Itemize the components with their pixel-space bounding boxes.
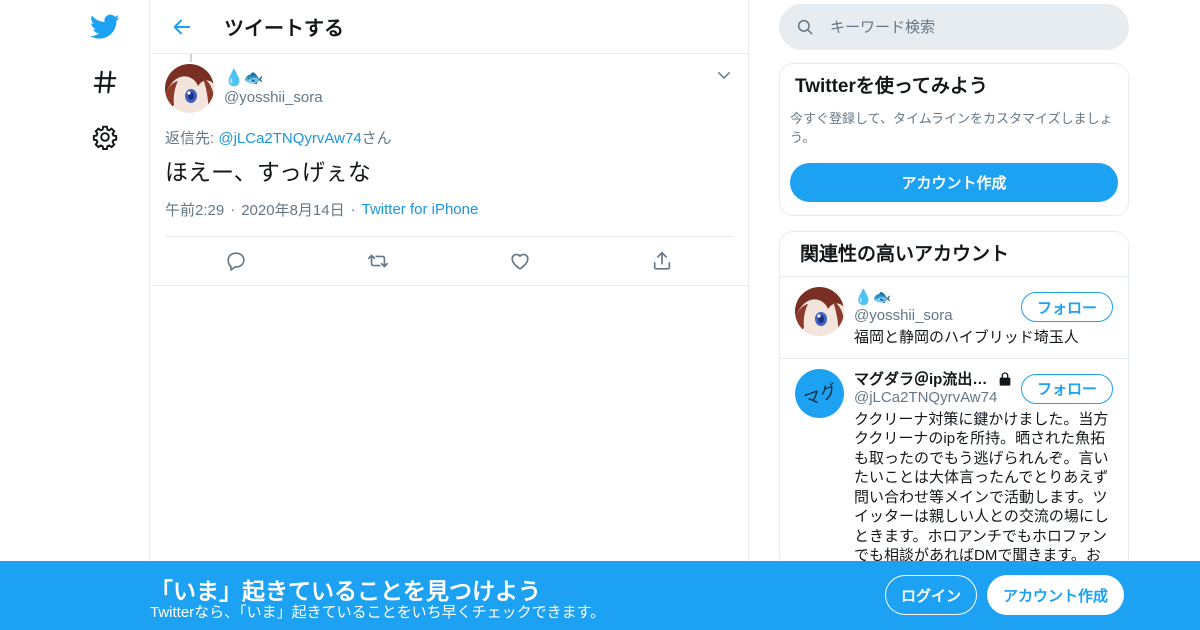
meta-separator: · bbox=[230, 201, 236, 218]
login-button[interactable]: ログイン bbox=[885, 575, 977, 615]
related-accounts-title: 関連性の高いアカウント bbox=[800, 244, 1010, 265]
page-title: ツイートする bbox=[224, 18, 344, 40]
reply-prefix: 返信先: bbox=[165, 130, 219, 147]
lock-icon bbox=[997, 371, 1013, 387]
tweet-actions bbox=[165, 236, 733, 285]
avatar[interactable]: マグ bbox=[795, 368, 844, 418]
reply-handle-link[interactable]: @jLCa2TNQyrvAw74 bbox=[218, 130, 361, 147]
like-icon[interactable] bbox=[449, 250, 591, 272]
page-header: ツイートする bbox=[150, 0, 748, 54]
tweet-source-link[interactable]: Twitter for iPhone bbox=[362, 201, 479, 218]
reply-suffix: さん bbox=[361, 130, 392, 147]
related-accounts-card: 関連性の高いアカウント 💧🐟 @yosshii_sora 福岡と静岡のハイブリッ… bbox=[779, 231, 1129, 571]
reply-icon[interactable] bbox=[165, 250, 307, 272]
related-user[interactable]: マグ マグダラ＠ip流出… @jLCa2TNQyrvAw74 ククリーナ対策に鍵… bbox=[780, 359, 1128, 571]
related-user[interactable]: 💧🐟 @yosshii_sora 福岡と静岡のハイブリッド埼玉人 フォロー bbox=[780, 277, 1128, 359]
tweet-date[interactable]: 2020年8月14日 bbox=[241, 199, 344, 220]
bottom-bar-subtitle: Twitterなら、「いま」起きていることをいち早くチェックできます。 bbox=[150, 604, 606, 621]
user-bio: ククリーナ対策に鍵かけました。当方ククリーナのipを所持。晒された魚拓も取ったの… bbox=[854, 410, 1109, 565]
tweet-author[interactable]: 💧🐟 @yosshii_sora bbox=[165, 64, 733, 113]
signup-card-text: 今すぐ登録して、タイムラインをカスタマイズしましょう。 bbox=[790, 111, 1113, 145]
twitter-bird-icon[interactable] bbox=[88, 10, 122, 44]
tweet-detail: 💧🐟 @yosshii_sora 返信先: @jLCa2TNQyrvAw74さん… bbox=[150, 54, 748, 286]
reply-to: 返信先: @jLCa2TNQyrvAw74さん bbox=[165, 127, 733, 148]
signup-card-title: Twitterを使ってみよう bbox=[795, 76, 988, 97]
avatar-text: マグ bbox=[800, 380, 840, 411]
tweet-text: ほえー、すっげぇな bbox=[165, 159, 371, 185]
thread-line bbox=[190, 54, 192, 62]
gear-icon[interactable] bbox=[88, 120, 122, 154]
follow-button[interactable]: フォロー bbox=[1021, 373, 1113, 404]
create-account-button[interactable]: アカウント作成 bbox=[790, 163, 1118, 202]
search-icon bbox=[795, 17, 815, 37]
author-handle[interactable]: @yosshii_sora bbox=[224, 89, 323, 106]
back-arrow-icon[interactable] bbox=[165, 10, 199, 44]
share-icon[interactable] bbox=[591, 250, 733, 272]
chevron-down-icon[interactable] bbox=[715, 66, 733, 84]
tweet-time[interactable]: 午前2:29 bbox=[165, 199, 224, 220]
tweet-meta: 午前2:29 · 2020年8月14日 · Twitter for iPhone bbox=[165, 199, 733, 220]
search-box[interactable] bbox=[779, 4, 1129, 50]
user-bio: 福岡と静岡のハイブリッド埼玉人 bbox=[854, 329, 1079, 346]
hashtag-icon[interactable] bbox=[88, 65, 122, 99]
bottom-signup-bar: 「いま」起きていることを見つけよう Twitterなら、「いま」起きていることを… bbox=[0, 561, 1200, 630]
signup-button[interactable]: アカウント作成 bbox=[987, 575, 1124, 615]
meta-separator: · bbox=[350, 201, 356, 218]
avatar[interactable] bbox=[165, 64, 214, 113]
author-display-name[interactable]: 💧🐟 bbox=[224, 67, 323, 89]
retweet-icon[interactable] bbox=[307, 250, 449, 272]
follow-button[interactable]: フォロー bbox=[1021, 292, 1113, 322]
main-column: ツイートする 💧🐟 @yosshii_sora 返信先: @jLCa2TNQyr… bbox=[149, 0, 749, 630]
user-name-text: マグダラ＠ip流出… bbox=[854, 371, 988, 388]
left-nav bbox=[0, 0, 150, 630]
avatar[interactable] bbox=[795, 287, 844, 336]
search-input[interactable] bbox=[830, 18, 1110, 36]
signup-card: Twitterを使ってみよう 今すぐ登録して、タイムラインをカスタマイズしましょ… bbox=[779, 63, 1129, 216]
